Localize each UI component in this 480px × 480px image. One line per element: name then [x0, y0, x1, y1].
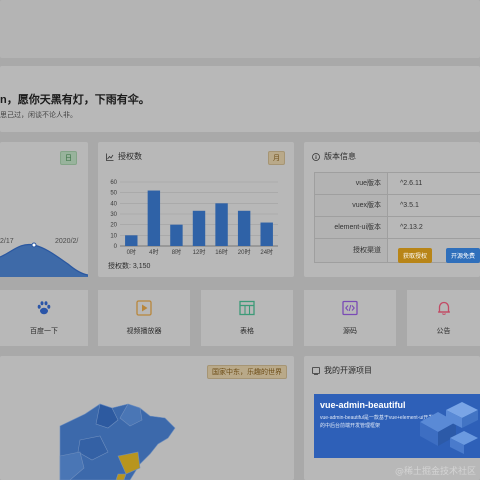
- x-tick-label: 20时: [238, 248, 251, 256]
- table-icon: [239, 300, 255, 316]
- x-tick-label: 24时: [260, 248, 273, 256]
- open-source-title: 我的开源项目: [324, 366, 372, 375]
- quick-link-label: 视频播放器: [126, 328, 162, 335]
- visits-chart-card: 日 2/17 2020/2/: [0, 142, 88, 277]
- authorization-card-header: 授权数: [106, 151, 142, 162]
- monthly-tag: 月: [268, 151, 285, 165]
- x-tick-label: 0时: [127, 248, 136, 256]
- quick-link-video-player[interactable]: 视频播放器: [98, 290, 190, 346]
- x-tick-label: 4时: [149, 248, 158, 256]
- bar: [215, 203, 228, 246]
- authorization-bar-chart: 0 10 20 30 40 50 60 0时 4时 8时 12时 16时 20时 24时: [110, 180, 278, 256]
- y-tick-label: 10: [110, 233, 117, 239]
- version-info-card: 版本信息 vue版本 ^2.6.11 vuex版本 ^3.5.1 element-u…: [304, 142, 480, 277]
- version-row: element-ui版本 ^2.13.2: [314, 217, 480, 239]
- banner-title: vue-admin-beautiful: [320, 400, 406, 410]
- project-icon: [312, 366, 320, 375]
- authorization-title: 授权数: [118, 152, 142, 161]
- version-row: vuex版本 ^3.5.1: [314, 195, 480, 217]
- project-banner[interactable]: vue-admin-beautiful vue-admin-beautiful是…: [314, 394, 480, 458]
- bar: [192, 210, 206, 246]
- banner-line-2: 的中后台前端开发管理框架: [320, 423, 381, 429]
- quick-link-label: 源码: [343, 328, 357, 335]
- authorization-card: 授权数 月 0 10 20 30 40 50 60 0时 4时 8时 12时 16时 20时 24时 授权…: [98, 142, 294, 277]
- open-source-button[interactable]: 开源免费: [446, 248, 480, 263]
- open-source-card-header: 我的开源项目: [312, 365, 372, 376]
- y-tick-label: 30: [110, 212, 117, 218]
- isometric-servers-illustration: [420, 402, 478, 454]
- greeting-subtitle: 思己过，闲谈不论人非。: [0, 112, 77, 119]
- version-value: ^2.13.2: [400, 224, 423, 231]
- get-license-button[interactable]: 获取授权: [398, 248, 433, 263]
- quick-link-source-code[interactable]: 源码: [304, 290, 396, 346]
- info-icon: [312, 152, 320, 161]
- quick-link-table[interactable]: 表格: [201, 290, 293, 346]
- x-label-left: 2/17: [0, 238, 14, 245]
- quick-link-label: 表格: [240, 328, 254, 335]
- area-chart-point: [31, 242, 37, 248]
- bar: [170, 224, 183, 246]
- y-tick-label: 20: [110, 223, 117, 229]
- quick-link-label: 百度一下: [30, 328, 58, 335]
- quick-link-baidu[interactable]: 百度一下: [0, 290, 88, 346]
- bell-icon: [437, 301, 450, 315]
- code-icon: [342, 300, 358, 316]
- version-value: ^3.5.1: [400, 202, 419, 209]
- version-value: ^2.6.11: [400, 180, 423, 187]
- play-icon: [136, 300, 152, 316]
- open-source-card: 我的开源项目 vue-admin-beautiful vue-admin-bea…: [304, 356, 480, 480]
- greeting-title: n，愿你天黑有灯，下雨有伞。: [0, 94, 150, 106]
- area-chart: [0, 242, 88, 277]
- bar: [147, 190, 161, 246]
- y-tick-label: 0: [114, 244, 118, 250]
- x-tick-label: 8时: [172, 248, 181, 256]
- x-tick-label: 16时: [215, 248, 228, 256]
- bar: [237, 210, 251, 246]
- greeting-card: n，愿你天黑有灯，下雨有伞。 思己过，闲谈不论人非。: [0, 66, 480, 132]
- y-tick-label: 50: [110, 191, 117, 197]
- version-key: vue版本: [314, 173, 388, 194]
- bar: [260, 222, 273, 246]
- x-label-right: 2020/2/: [55, 238, 79, 245]
- x-tick-label: 12时: [193, 248, 206, 256]
- china-map-card: 国家中东，乐趣的世界: [0, 356, 294, 480]
- y-tick-label: 40: [110, 201, 117, 207]
- version-row: vue版本 ^2.6.11: [314, 173, 480, 195]
- chart-line-icon: [106, 153, 114, 161]
- version-key: vuex版本: [314, 195, 388, 216]
- quick-link-label: 公告: [436, 328, 451, 335]
- y-tick-label: 60: [110, 180, 117, 186]
- china-map: [59, 403, 176, 480]
- authorization-total: 授权数: 3,150: [108, 263, 151, 270]
- quick-link-announcement[interactable]: 公告: [407, 290, 480, 346]
- version-card-title: 版本信息: [324, 152, 356, 161]
- bar: [125, 235, 138, 246]
- version-card-header: 版本信息: [312, 151, 356, 162]
- version-key: 授权渠道: [314, 239, 388, 262]
- watermark-text: @稀土掘金技术社区: [394, 467, 476, 477]
- top-header-bar: [0, 0, 480, 58]
- paw-icon: [37, 301, 51, 315]
- version-key: element-ui版本: [314, 217, 388, 238]
